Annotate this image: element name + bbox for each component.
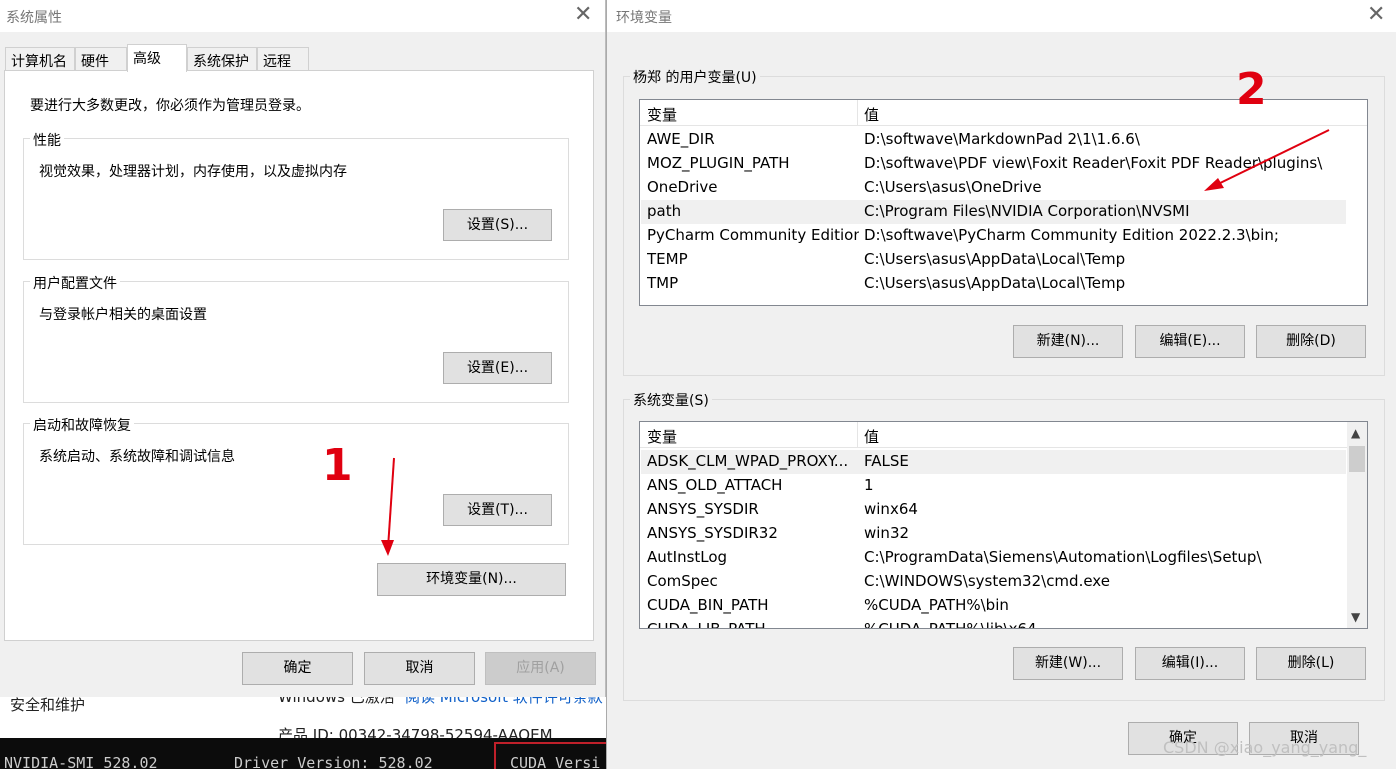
tab-advanced[interactable]: 高级 [127, 44, 187, 72]
arrow-1-icon [381, 457, 395, 556]
watermark: CSDN @xiao_yang_yang_ [1163, 738, 1367, 757]
arrow-2-icon [1204, 129, 1330, 191]
annotation-arrows [381, 129, 1330, 556]
